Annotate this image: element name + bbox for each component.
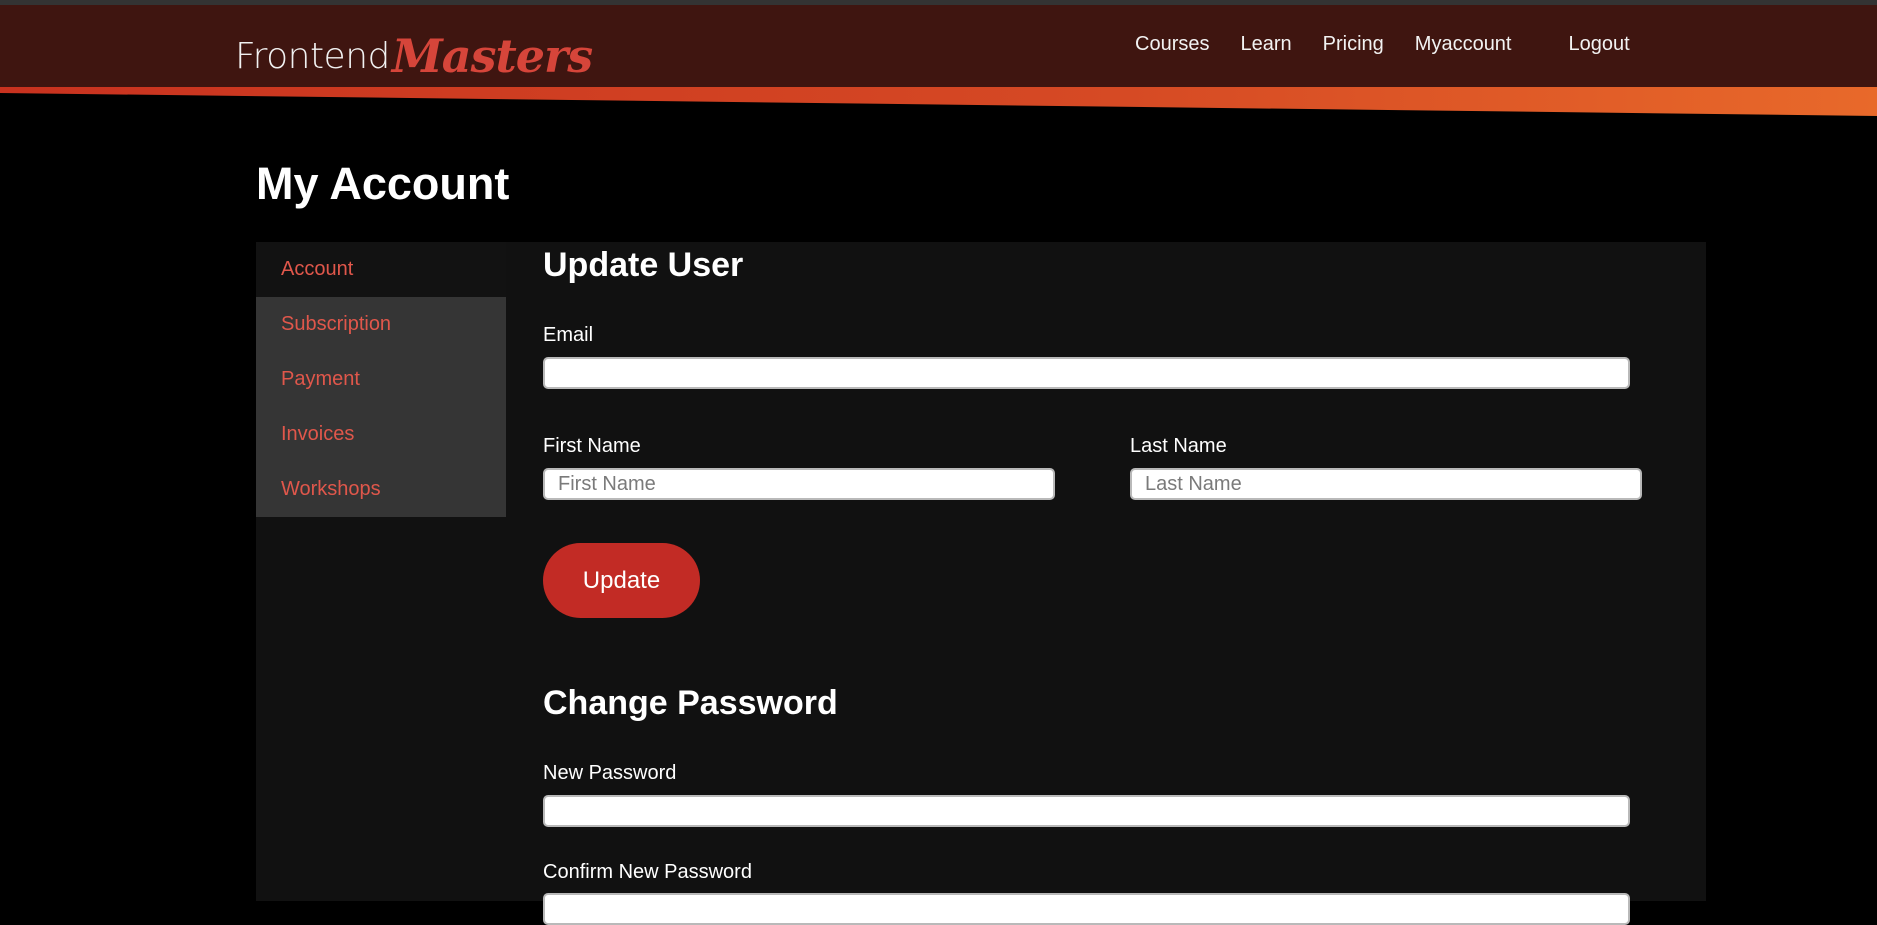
email-field[interactable] bbox=[543, 357, 1630, 389]
sidebar-item-account[interactable]: Account bbox=[256, 242, 506, 297]
first-name-label: First Name bbox=[543, 435, 641, 457]
nav-logout[interactable]: Logout bbox=[1569, 33, 1630, 56]
nav-pricing[interactable]: Pricing bbox=[1323, 33, 1384, 56]
sidebar-item-workshops[interactable]: Workshops bbox=[256, 462, 506, 517]
sidebar-item-invoices[interactable]: Invoices bbox=[256, 407, 506, 462]
change-password-heading: Change Password bbox=[543, 684, 838, 722]
account-panel: Account Subscription Payment Invoices Wo… bbox=[256, 242, 1706, 925]
page-title: My Account bbox=[256, 158, 510, 209]
sidebar-item-payment[interactable]: Payment bbox=[256, 352, 506, 407]
new-password-label: New Password bbox=[543, 762, 677, 784]
account-sidebar: Account Subscription Payment Invoices Wo… bbox=[256, 242, 506, 517]
first-name-field[interactable] bbox=[543, 468, 1055, 500]
update-button[interactable]: Update bbox=[543, 543, 700, 618]
nav-courses[interactable]: Courses bbox=[1135, 33, 1209, 56]
last-name-field[interactable] bbox=[1130, 468, 1642, 500]
last-name-label: Last Name bbox=[1130, 435, 1227, 457]
nav-myaccount[interactable]: Myaccount bbox=[1415, 33, 1512, 56]
logo-frontend-text: Frontend bbox=[235, 36, 390, 77]
email-label: Email bbox=[543, 324, 594, 346]
new-password-field[interactable] bbox=[543, 795, 1630, 827]
confirm-password-field[interactable] bbox=[543, 893, 1630, 925]
confirm-password-label: Confirm New Password bbox=[543, 861, 752, 883]
frontend-masters-logo[interactable]: Frontend Masters bbox=[235, 23, 593, 85]
sidebar-item-subscription[interactable]: Subscription bbox=[256, 297, 506, 352]
main-nav: Courses Learn Pricing Myaccount Logout bbox=[1135, 33, 1630, 56]
nav-learn[interactable]: Learn bbox=[1240, 33, 1291, 56]
site-header: Frontend Masters Courses Learn Pricing M… bbox=[0, 5, 1877, 121]
logo-masters-text: Masters bbox=[391, 29, 593, 83]
update-user-heading: Update User bbox=[543, 246, 744, 284]
